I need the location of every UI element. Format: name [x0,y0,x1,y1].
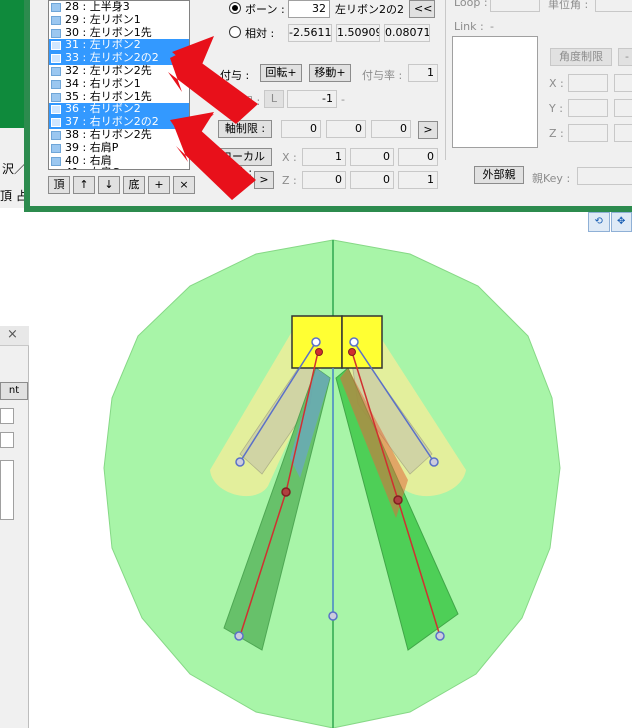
pmx-editor-screen: 沢／基 頂 占 28 : 上半身3 29 : 左リボン1 30 : 左リボン1先 31… [0,0,632,728]
red-arrow-icon-2 [170,112,256,200]
red-arrow-icon [168,36,258,124]
annotation-layer [168,36,258,200]
